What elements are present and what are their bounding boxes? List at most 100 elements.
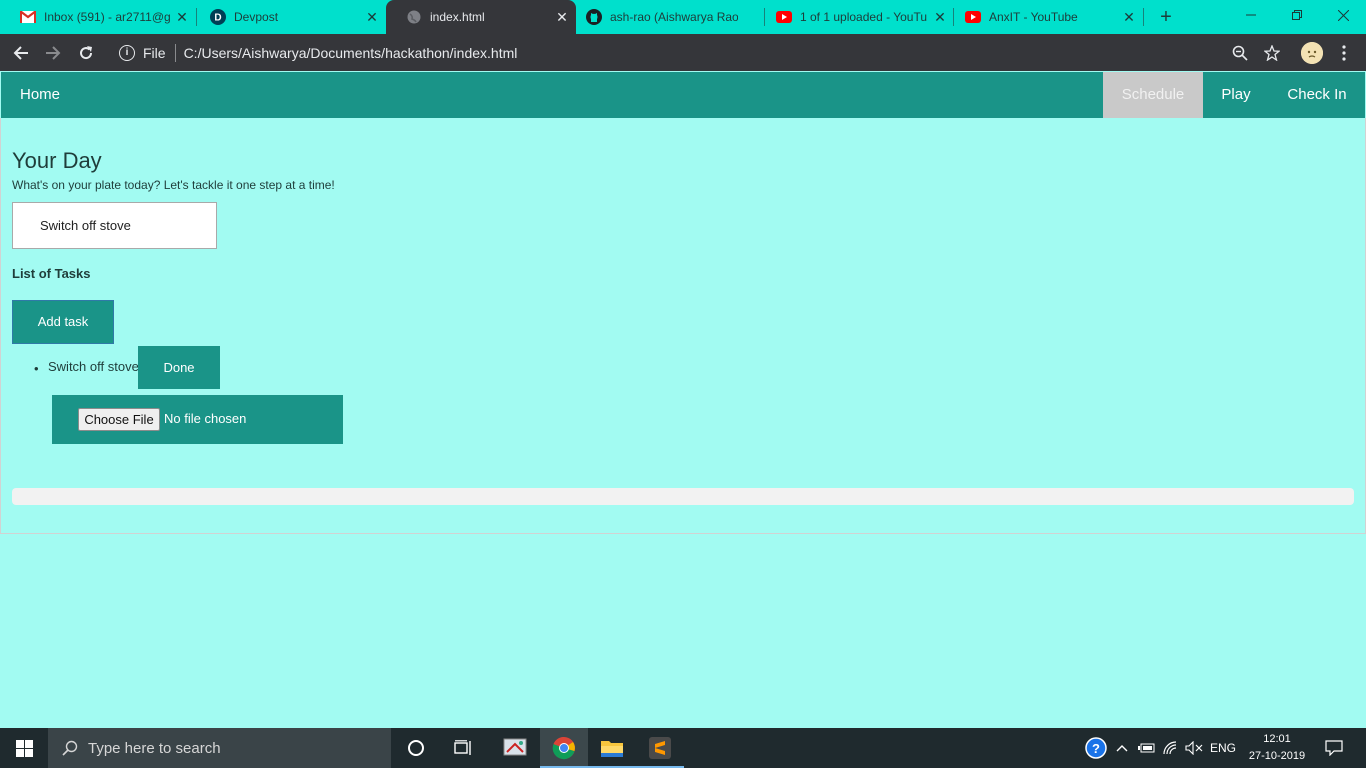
taskbar-clock[interactable]: 12:01 27-10-2019 xyxy=(1240,731,1314,765)
add-task-button[interactable]: Add task xyxy=(12,300,114,344)
minimize-icon xyxy=(1246,14,1256,16)
start-button[interactable] xyxy=(0,728,48,768)
address-bar[interactable]: i File C:/Users/Aishwarya/Documents/hack… xyxy=(108,38,1288,67)
close-tab-icon[interactable]: ✕ xyxy=(1121,9,1137,25)
taskbar-app-explorer[interactable] xyxy=(588,728,636,768)
reload-button[interactable] xyxy=(73,40,99,66)
close-icon xyxy=(1337,9,1349,21)
windows-taskbar: Type here to search ? ENG 12:01 27-10-20… xyxy=(0,728,1366,768)
bookmark-button[interactable] xyxy=(1259,40,1285,66)
minimize-button[interactable] xyxy=(1228,0,1274,30)
star-icon xyxy=(1264,45,1280,61)
close-window-button[interactable] xyxy=(1320,0,1366,30)
page-heading: Your Day xyxy=(12,148,102,173)
file-status-text: No file chosen xyxy=(164,411,247,426)
reload-icon xyxy=(80,46,93,60)
clock-date: 27-10-2019 xyxy=(1248,750,1306,762)
back-button[interactable] xyxy=(8,40,34,66)
folder-icon xyxy=(601,741,623,757)
wifi-button[interactable] xyxy=(1160,728,1182,768)
page-tagline: What's on your plate today? Let's tackle… xyxy=(12,178,335,192)
cortana-circle-icon xyxy=(408,740,424,756)
tab-title: AnxIT - YouTube xyxy=(989,10,1078,24)
youtube-icon xyxy=(965,9,981,25)
show-hidden-icons-button[interactable] xyxy=(1112,728,1132,768)
list-bullet: • xyxy=(34,361,39,376)
tab-title: Inbox (591) - ar2711@g xyxy=(44,10,171,24)
volume-button[interactable] xyxy=(1183,728,1205,768)
address-divider xyxy=(174,43,176,62)
notifications-button[interactable] xyxy=(1320,728,1348,768)
zoom-button[interactable] xyxy=(1227,40,1253,66)
tab-devpost[interactable]: D Devpost ✕ xyxy=(190,0,386,34)
github-icon xyxy=(586,9,602,25)
tab-title: ash-rao (Aishwarya Rao xyxy=(610,10,738,24)
task-view-button[interactable] xyxy=(440,728,488,768)
taskbar-app-sublime[interactable] xyxy=(636,728,684,768)
taskbar-app-snip[interactable] xyxy=(491,728,539,768)
language-indicator[interactable]: ENG xyxy=(1206,728,1240,768)
restore-icon xyxy=(1292,10,1302,20)
nav-schedule[interactable]: Schedule xyxy=(1103,72,1203,118)
snipping-tool-icon xyxy=(503,738,527,756)
svg-text:D: D xyxy=(214,13,221,24)
tab-youtube-upload[interactable]: 1 of 1 uploaded - YouTu ✕ xyxy=(766,0,954,34)
youtube-icon xyxy=(776,9,792,25)
gmail-icon xyxy=(20,9,36,25)
forward-button[interactable] xyxy=(40,40,66,66)
tab-gmail[interactable]: Inbox (591) - ar2711@g ✕ xyxy=(0,0,196,34)
clock-time: 12:01 xyxy=(1263,733,1291,745)
tab-separator xyxy=(953,8,954,26)
taskbar-app-chrome[interactable] xyxy=(540,728,588,768)
task-input[interactable]: Switch off stove xyxy=(12,202,217,249)
scheme-label: File xyxy=(143,44,166,61)
forward-arrow-icon xyxy=(46,46,61,60)
nav-home[interactable]: Home xyxy=(1,72,79,118)
task-item-text: Switch off stove xyxy=(48,359,139,374)
tab-separator xyxy=(1143,8,1144,26)
notification-icon xyxy=(1325,740,1343,756)
tab-title: 1 of 1 uploaded - YouTu xyxy=(800,10,927,24)
close-tab-icon[interactable]: ✕ xyxy=(174,9,190,25)
close-tab-icon[interactable]: ✕ xyxy=(554,9,570,25)
top-navbar: Home Schedule Play Check In xyxy=(1,72,1365,118)
done-button[interactable]: Done xyxy=(138,346,220,389)
restore-button[interactable] xyxy=(1274,0,1320,30)
cortana-button[interactable] xyxy=(392,728,440,768)
nav-play[interactable]: Play xyxy=(1203,72,1269,118)
battery-button[interactable] xyxy=(1136,728,1158,768)
sublime-text-icon xyxy=(649,737,671,759)
chevron-up-icon xyxy=(1116,745,1128,752)
windows-logo-icon xyxy=(15,739,33,757)
wifi-icon xyxy=(1163,741,1177,755)
help-tray-button[interactable]: ? xyxy=(1084,728,1108,768)
choose-file-button[interactable]: Choose File xyxy=(78,408,160,431)
avatar-face-icon xyxy=(1301,42,1323,64)
search-icon xyxy=(62,740,78,756)
nav-check-in[interactable]: Check In xyxy=(1269,72,1365,118)
browser-toolbar: i File C:/Users/Aishwarya/Documents/hack… xyxy=(0,34,1366,71)
taskbar-search[interactable]: Type here to search xyxy=(48,728,391,768)
url-text: C:/Users/Aishwarya/Documents/hackathon/i… xyxy=(183,44,518,61)
tab-youtube-anxit[interactable]: AnxIT - YouTube ✕ xyxy=(955,0,1143,34)
task-list-title: List of Tasks xyxy=(12,266,91,281)
volume-muted-icon xyxy=(1185,741,1203,755)
svg-text:?: ? xyxy=(1092,741,1100,756)
chrome-menu-button[interactable] xyxy=(1331,40,1357,66)
chrome-icon xyxy=(552,736,575,760)
site-info-icon[interactable]: i xyxy=(119,44,135,61)
help-icon: ? xyxy=(1085,737,1107,759)
new-tab-button[interactable]: + xyxy=(1155,6,1177,28)
tab-title: Devpost xyxy=(234,10,279,24)
devpost-icon: D xyxy=(210,9,226,25)
globe-icon xyxy=(406,9,422,25)
back-arrow-icon xyxy=(13,46,28,60)
tab-index-html[interactable]: index.html ✕ xyxy=(386,0,576,34)
tab-github[interactable]: ash-rao (Aishwarya Rao ✕ xyxy=(576,0,766,34)
close-tab-icon[interactable]: ✕ xyxy=(364,9,380,25)
search-placeholder: Type here to search xyxy=(88,739,221,757)
task-view-icon xyxy=(454,740,471,755)
profile-avatar[interactable] xyxy=(1301,42,1323,64)
tab-title: index.html xyxy=(430,10,485,24)
close-tab-icon[interactable]: ✕ xyxy=(932,9,948,25)
